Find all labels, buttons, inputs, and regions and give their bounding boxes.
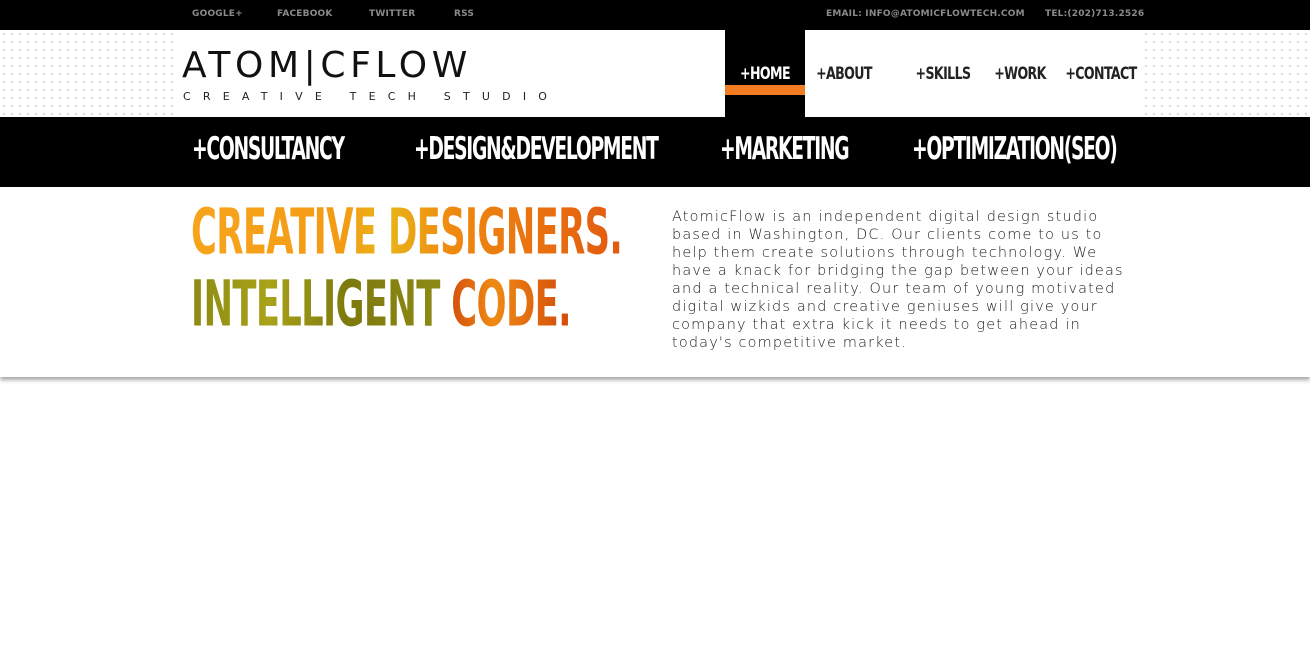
site-header: ATOM|CFLOW CREATIVE TECH STUDIO +HOME +A… — [0, 30, 1310, 117]
hero-headline-code: CODE. — [451, 268, 571, 342]
nav-home[interactable]: +HOME — [725, 21, 805, 125]
hero-description: AtomicFlow is an independent digital des… — [672, 209, 1124, 351]
dot-pattern-right — [1142, 30, 1310, 117]
twitter-link[interactable]: TWITTER — [369, 9, 415, 19]
logo-tagline: CREATIVE TECH STUDIO — [183, 90, 560, 103]
facebook-link[interactable]: FACEBOOK — [277, 9, 333, 19]
nav-skills[interactable]: +SKILLS — [910, 21, 976, 125]
rss-link[interactable]: RSS — [454, 9, 474, 19]
hero-headline-line1: CREATIVE DESIGNERS. — [191, 196, 623, 270]
services-bar: +CONSULTANCY +DESIGN&DEVELOPMENT +MARKET… — [0, 117, 1310, 187]
hero-headline-line2: INTELLIGENT CODE. — [191, 273, 572, 336]
service-optimization-seo[interactable]: +OPTIMIZATION(SEO) — [912, 134, 1118, 165]
nav-about[interactable]: +ABOUT — [812, 21, 876, 125]
hero-section: CREATIVE DESIGNERS. INTELLIGENT CODE. At… — [0, 187, 1310, 377]
nav-active-indicator — [725, 85, 805, 95]
email-link[interactable]: EMAIL: INFO@ATOMICFLOWTECH.COM — [826, 9, 1025, 19]
logo-wordmark: ATOM|CFLOW — [182, 45, 472, 86]
phone-number: TEL:(202)713.2526 — [1045, 9, 1145, 19]
service-marketing[interactable]: +MARKETING — [720, 134, 850, 165]
logo[interactable]: ATOM|CFLOW CREATIVE TECH STUDIO — [0, 30, 547, 117]
nav-contact[interactable]: +CONTACT — [1064, 21, 1138, 125]
service-consultancy[interactable]: +CONSULTANCY — [192, 134, 345, 165]
nav-work[interactable]: +WORK — [990, 21, 1050, 125]
google-plus-link[interactable]: GOOGLE+ — [192, 9, 243, 19]
service-design-development[interactable]: +DESIGN&DEVELOPMENT — [414, 134, 659, 165]
hero-headline-intelligent: INTELLIGENT — [191, 268, 452, 342]
